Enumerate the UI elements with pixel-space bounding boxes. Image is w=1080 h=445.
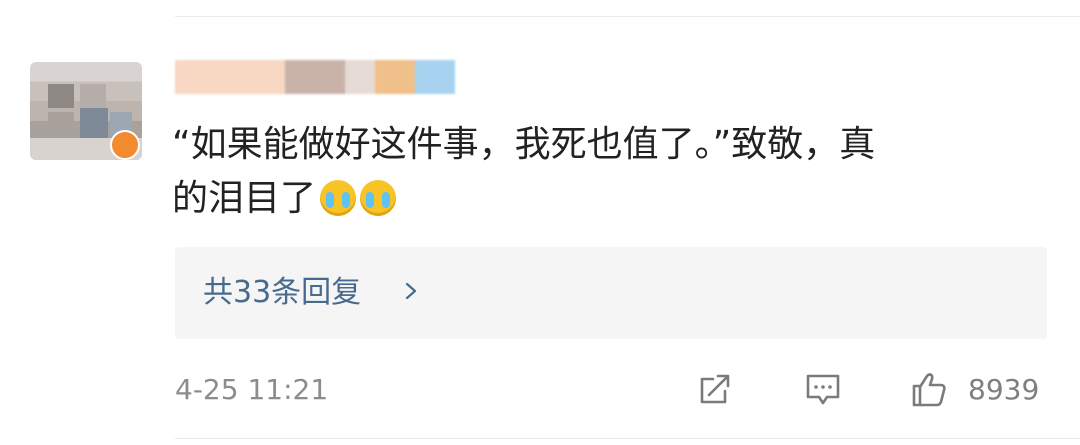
comment-footer: 4-25 11:21 8939: [175, 365, 1055, 415]
bottom-divider: [175, 438, 1080, 439]
avatar-pixel: [48, 112, 74, 136]
view-replies-link[interactable]: 共33条回复: [203, 273, 361, 313]
timestamp: 4-25 11:21: [175, 373, 329, 406]
verified-badge-icon: [110, 130, 140, 160]
replies-panel[interactable]: 共33条回复: [175, 247, 1047, 339]
crying-face-emoji-icon: [360, 180, 397, 216]
avatar-pixel: [48, 84, 74, 108]
comment-line-2: 的泪目了: [172, 178, 317, 219]
avatar-pixel: [80, 84, 106, 108]
avatar-pixel: [80, 108, 108, 138]
share-icon[interactable]: [695, 369, 735, 409]
like-thumbs-up-icon[interactable]: [909, 369, 949, 409]
comment-icon[interactable]: [803, 369, 843, 409]
comment-line-1: “如果能做好这件事，我死也值了。”致敬，真: [172, 124, 876, 165]
top-divider: [175, 16, 1080, 17]
username-blur-segment: [345, 60, 375, 94]
username-blur-segment: [415, 60, 455, 94]
username-blur-segment: [375, 60, 415, 94]
chevron-right-icon: [405, 283, 417, 299]
like-count: 8939: [968, 373, 1040, 406]
username-blur-segment: [285, 60, 345, 94]
comment-text: “如果能做好这件事，我死也值了。”致敬，真 的泪目了: [172, 118, 1032, 226]
crying-face-emoji-icon: [320, 180, 357, 216]
username-blurred[interactable]: [175, 60, 455, 94]
username-blur-segment: [175, 60, 285, 94]
